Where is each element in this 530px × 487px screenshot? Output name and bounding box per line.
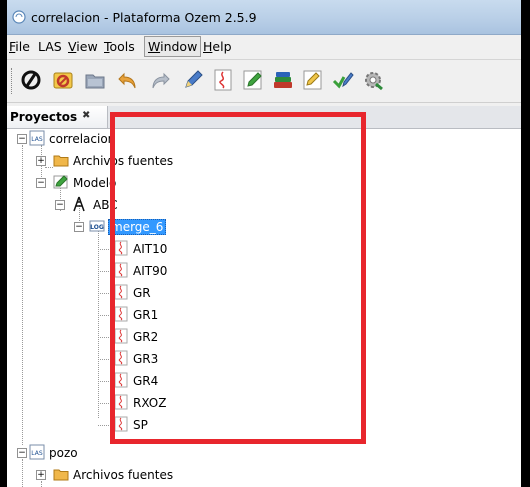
toolbar-grip[interactable] — [11, 68, 15, 94]
edit-icon[interactable] — [241, 68, 265, 92]
node-label: GR1 — [133, 308, 159, 322]
ozem-logo-icon[interactable] — [19, 68, 43, 92]
las-file-icon: LAS — [29, 444, 45, 460]
svg-text:LOG: LOG — [90, 224, 104, 231]
node-label: GR2 — [133, 330, 159, 344]
collapse-toggle[interactable]: − — [17, 448, 27, 458]
tree-node-project-pozo[interactable]: − LAS pozo — [7, 444, 207, 462]
tree-node-curve[interactable]: GR2 — [7, 328, 207, 346]
node-label: GR — [133, 286, 151, 300]
tree-node-curve[interactable]: GR4 — [7, 372, 207, 390]
collapse-toggle[interactable]: − — [74, 222, 84, 232]
books-icon[interactable] — [271, 68, 295, 92]
tree-node-curve[interactable]: GR3 — [7, 350, 207, 368]
projects-panel: Proyectos ✖ − LAS correlacion + Archivos… — [7, 106, 521, 487]
application-window: correlacion - Plataforma Ozem 2.5.9 File… — [7, 0, 521, 487]
app-icon — [12, 10, 26, 24]
open-project-icon[interactable] — [51, 68, 75, 92]
node-label: Archivos fuentes — [73, 154, 174, 168]
expand-toggle[interactable]: + — [36, 470, 46, 480]
folder-icon[interactable] — [83, 68, 107, 92]
curve-icon — [113, 306, 129, 322]
window-title: correlacion - Plataforma Ozem 2.5.9 — [31, 10, 257, 25]
expand-toggle[interactable]: + — [36, 156, 46, 166]
pen-icon[interactable] — [181, 68, 205, 92]
curve-icon — [113, 350, 129, 366]
folder-icon — [53, 466, 69, 482]
las-file-icon: LAS — [29, 130, 45, 146]
model-icon — [53, 174, 69, 190]
tree-node-curve[interactable]: AIT10 — [7, 240, 207, 258]
close-icon[interactable]: ✖ — [82, 110, 90, 121]
curve-icon — [113, 416, 129, 432]
redo-icon[interactable] — [148, 68, 172, 92]
node-label: GR3 — [133, 352, 159, 366]
tree-node-modelo[interactable]: − Modelo — [7, 174, 207, 192]
derrick-icon — [71, 196, 87, 212]
tree-node-abc[interactable]: − ABC — [7, 196, 207, 214]
undo-icon[interactable] — [116, 68, 140, 92]
title-bar: correlacion - Plataforma Ozem 2.5.9 — [7, 0, 521, 35]
node-label: GR4 — [133, 374, 159, 388]
menu-help[interactable]: Help — [203, 39, 232, 54]
pencil-doc-icon[interactable] — [301, 68, 325, 92]
curve-icon — [113, 328, 129, 344]
curve-icon — [113, 372, 129, 388]
svg-text:LAS: LAS — [31, 450, 43, 457]
menu-bar: File LAS View Tools Window Help — [7, 35, 521, 60]
tab-proyectos-label: Proyectos — [10, 110, 78, 124]
node-label: ABC — [93, 198, 118, 212]
check-pen-icon[interactable] — [331, 68, 355, 92]
curve-icon — [113, 284, 129, 300]
menu-window[interactable]: Window — [144, 36, 202, 57]
project-tree: − LAS correlacion + Archivos fuentes − M… — [7, 129, 521, 487]
node-label: Modelo — [73, 176, 117, 190]
settings-icon[interactable] — [361, 68, 385, 92]
node-label: RXOZ — [133, 396, 167, 410]
curve-icon — [113, 262, 129, 278]
tree-node-curve[interactable]: GR — [7, 284, 207, 302]
tree-node-archivos-fuentes[interactable]: + Archivos fuentes — [7, 152, 207, 170]
node-label: correlacion — [49, 132, 116, 146]
curve-icon[interactable] — [211, 68, 235, 92]
toolbar — [7, 60, 521, 103]
node-label: SP — [133, 418, 148, 432]
node-label: Archivos fuentes — [73, 468, 174, 482]
curve-icon — [113, 240, 129, 256]
svg-text:LAS: LAS — [31, 136, 43, 143]
node-label: AIT90 — [133, 264, 168, 278]
tree-node-curve[interactable]: RXOZ — [7, 394, 207, 412]
collapse-toggle[interactable]: − — [36, 178, 46, 188]
menu-tools[interactable]: Tools — [104, 39, 135, 54]
tree-node-archivos-fuentes[interactable]: + Archivos fuentes — [7, 466, 207, 484]
tab-proyectos[interactable]: Proyectos ✖ — [7, 106, 108, 128]
node-label-selected: merge_6 — [108, 219, 167, 235]
menu-las[interactable]: LAS — [38, 39, 62, 54]
menu-file[interactable]: File — [9, 39, 30, 54]
collapse-toggle[interactable]: − — [17, 134, 27, 144]
panel-tab-bar: Proyectos ✖ — [7, 106, 521, 129]
tree-node-curve[interactable]: SP — [7, 416, 207, 434]
node-label: pozo — [49, 446, 78, 460]
curve-icon — [113, 394, 129, 410]
folder-icon — [53, 152, 69, 168]
collapse-toggle[interactable]: − — [55, 200, 65, 210]
tree-node-merge-6[interactable]: − LOG merge_6 — [7, 218, 227, 236]
log-file-icon: LOG — [89, 218, 105, 234]
node-label: AIT10 — [133, 242, 168, 256]
tree-node-project-correlacion[interactable]: − LAS correlacion — [7, 130, 207, 148]
tree-node-curve[interactable]: GR1 — [7, 306, 207, 324]
tree-node-curve[interactable]: AIT90 — [7, 262, 207, 280]
menu-view[interactable]: View — [68, 39, 98, 54]
